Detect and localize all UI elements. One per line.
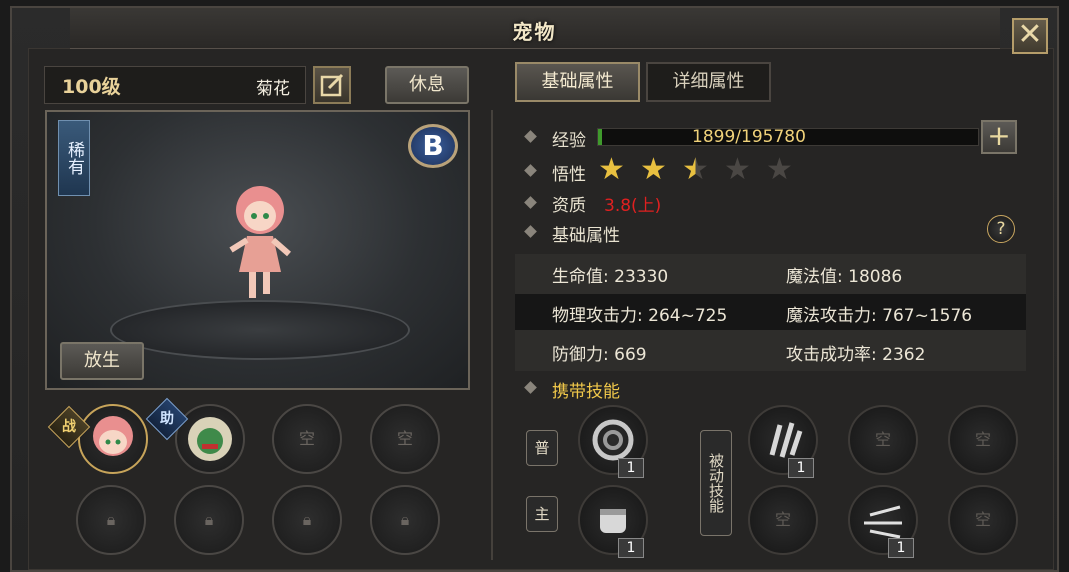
stat-magic-attack: 魔法攻击力: 767~1576 bbox=[786, 306, 973, 326]
passive-skill-slot-empty[interactable]: 空 bbox=[948, 405, 1018, 475]
skill-count: 1 bbox=[788, 458, 814, 478]
passive-skill-slot-empty[interactable]: 空 bbox=[848, 405, 918, 475]
star-icon: ★ bbox=[724, 152, 751, 187]
pet-slot-empty[interactable]: 空 bbox=[370, 404, 440, 474]
pet-avatar bbox=[93, 416, 133, 456]
pet-slot-assist[interactable] bbox=[175, 404, 245, 474]
pet-name: 菊花 bbox=[256, 79, 290, 99]
base-attributes-label: 基础属性 bbox=[552, 226, 620, 246]
aptitude-value: 3.8(上) bbox=[604, 196, 662, 216]
star-icon: ★ bbox=[598, 152, 625, 187]
pet-slot-locked[interactable]: 🔒︎ bbox=[174, 485, 244, 555]
pet-slot-battle[interactable] bbox=[78, 404, 148, 474]
grade-badge: B bbox=[408, 124, 458, 168]
rename-button[interactable] bbox=[313, 66, 351, 104]
lock-icon: 🔒︎ bbox=[106, 510, 116, 529]
lion-pet-avatar bbox=[188, 417, 232, 461]
normal-skill-label: 普 bbox=[526, 430, 558, 466]
stat-mp: 魔法值: 18086 bbox=[786, 267, 903, 287]
pet-model bbox=[229, 186, 291, 298]
carried-skills-title: 携带技能 bbox=[552, 382, 620, 402]
exp-label: 经验 bbox=[552, 131, 586, 151]
star-icon: ★ bbox=[766, 152, 793, 187]
edit-icon bbox=[320, 73, 344, 97]
battle-tag-label: 战 bbox=[62, 419, 76, 435]
rest-button[interactable]: 休息 bbox=[385, 66, 469, 104]
assist-tag-label: 助 bbox=[160, 411, 174, 427]
star-icon: ★ bbox=[640, 152, 667, 187]
release-button[interactable]: 放生 bbox=[60, 342, 144, 380]
stat-physical-attack: 物理攻击力: 264~725 bbox=[552, 306, 728, 326]
panel-divider bbox=[491, 110, 493, 560]
close-button[interactable]: ✕ bbox=[1012, 18, 1048, 54]
stat-hp: 生命值: 23330 bbox=[552, 267, 669, 287]
lock-icon: 🔒︎ bbox=[302, 510, 312, 529]
passive-skill-slot-empty[interactable]: 空 bbox=[948, 485, 1018, 555]
exp-value: 1899/195780 bbox=[692, 127, 806, 147]
passive-skill-label: 被动技能 bbox=[700, 430, 732, 536]
pet-slot-empty[interactable]: 空 bbox=[272, 404, 342, 474]
active-skill-label: 主 bbox=[526, 496, 558, 532]
pet-slot-locked[interactable]: 🔒︎ bbox=[76, 485, 146, 555]
aptitude-label: 资质 bbox=[552, 196, 586, 216]
skill-count: 1 bbox=[888, 538, 914, 558]
pet-slot-locked[interactable]: 🔒︎ bbox=[370, 485, 440, 555]
close-icon: ✕ bbox=[1017, 17, 1043, 52]
passive-skill-slot-empty[interactable]: 空 bbox=[748, 485, 818, 555]
skill-count: 1 bbox=[618, 538, 644, 558]
insight-label: 悟性 bbox=[552, 165, 586, 185]
lock-icon: 🔒︎ bbox=[204, 510, 214, 529]
tab-detailed-attributes[interactable]: 详细属性 bbox=[646, 62, 771, 102]
help-icon[interactable]: ? bbox=[987, 215, 1015, 243]
tab-basic-attributes[interactable]: 基础属性 bbox=[515, 62, 640, 102]
plus-icon: + bbox=[987, 119, 1011, 152]
window-title: 宠物 bbox=[512, 20, 557, 44]
pet-level: 100级 bbox=[62, 76, 121, 98]
stat-hit-rate: 攻击成功率: 2362 bbox=[786, 345, 926, 365]
lock-icon: 🔒︎ bbox=[400, 510, 410, 529]
add-exp-button[interactable]: + bbox=[981, 120, 1017, 154]
rarity-badge: 稀有 bbox=[58, 120, 90, 196]
skill-count: 1 bbox=[618, 458, 644, 478]
pet-slot-locked[interactable]: 🔒︎ bbox=[272, 485, 342, 555]
star-icon: ★ bbox=[682, 152, 709, 187]
stat-defense: 防御力: 669 bbox=[552, 345, 647, 365]
